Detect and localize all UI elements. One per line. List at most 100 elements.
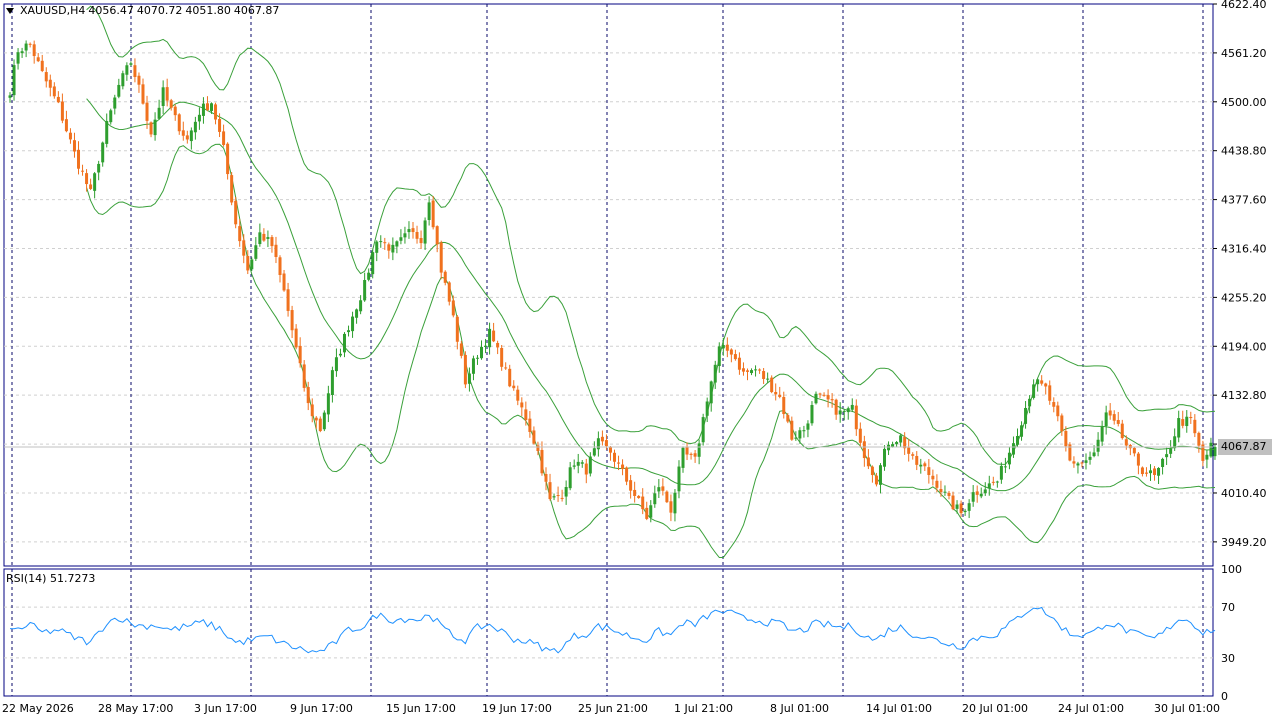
- candle-body: [653, 493, 657, 505]
- candle-body: [338, 353, 342, 356]
- candle-body: [274, 244, 278, 257]
- candle-body: [451, 300, 455, 316]
- candle-body: [326, 393, 330, 415]
- candle-body: [790, 420, 794, 440]
- candle-body: [133, 65, 137, 78]
- candle-body: [105, 121, 109, 144]
- candle-body: [290, 310, 294, 331]
- candle-body: [1209, 442, 1213, 457]
- candle-body: [649, 505, 653, 518]
- candle-body: [230, 175, 234, 203]
- candle-body: [40, 60, 44, 71]
- candle-body: [645, 507, 649, 519]
- candle-body: [725, 344, 729, 351]
- candle-body: [588, 456, 592, 474]
- candle-body: [44, 72, 48, 82]
- candle-body: [89, 184, 93, 189]
- candle-body: [991, 481, 995, 483]
- rsi-tick-label: 70: [1221, 601, 1235, 614]
- candle-body: [270, 237, 274, 247]
- candle-body: [878, 465, 882, 485]
- candle-body: [1072, 461, 1076, 464]
- candle-body: [548, 482, 552, 500]
- candle-body: [697, 443, 701, 457]
- time-tick-label: 22 May 2026: [2, 702, 74, 715]
- candle-body: [1076, 463, 1080, 466]
- candle-body: [608, 446, 612, 453]
- candle-body: [931, 475, 935, 480]
- candle-body: [165, 87, 169, 101]
- candle-body: [435, 226, 439, 245]
- candle-body: [1003, 466, 1007, 468]
- candle-body: [826, 395, 830, 400]
- candles-group: [8, 40, 1217, 523]
- candle-body: [814, 393, 818, 404]
- candle-body: [774, 391, 778, 395]
- candle-body: [762, 371, 766, 379]
- candle-body: [854, 405, 858, 430]
- candle-body: [1169, 448, 1173, 454]
- candle-body: [737, 357, 741, 370]
- candle-body: [822, 394, 826, 396]
- candle-body: [403, 233, 407, 238]
- candle-body: [729, 349, 733, 355]
- candle-body: [1028, 398, 1032, 407]
- candle-body: [717, 346, 721, 367]
- candle-body: [1185, 416, 1189, 427]
- candle-body: [1044, 383, 1048, 387]
- candle-body: [560, 497, 564, 499]
- candle-body: [576, 461, 580, 466]
- candle-body: [1036, 379, 1040, 385]
- candle-body: [28, 43, 32, 45]
- candle-body: [488, 328, 492, 348]
- candle-body: [1088, 456, 1092, 460]
- candle-body: [552, 496, 556, 498]
- candle-body: [459, 343, 463, 356]
- candle-body: [782, 396, 786, 415]
- candle-body: [1213, 447, 1217, 457]
- candle-body: [1132, 447, 1136, 454]
- candle-body: [423, 220, 427, 244]
- candle-body: [72, 140, 76, 152]
- candle-body: [262, 233, 266, 241]
- ohlc-low: 4051.80: [185, 4, 231, 17]
- candle-body: [532, 430, 536, 444]
- candle-body: [266, 237, 270, 239]
- candle-body: [415, 231, 419, 239]
- candle-body: [1011, 443, 1015, 455]
- chart-canvas: 4622.40 4561.20 4500.00 4438.80 4377.60 4316.…: [2, 0, 1267, 715]
- price-tick-label: 4010.40: [1221, 487, 1267, 500]
- candle-body: [685, 446, 689, 455]
- candle-body: [302, 364, 306, 388]
- price-tick-label: 3949.20: [1221, 536, 1267, 549]
- bollinger-upper-band: [86, 5, 1216, 465]
- candle-body: [862, 441, 866, 459]
- candle-body: [81, 170, 85, 172]
- candle-body: [193, 121, 197, 133]
- collapse-triangle-icon[interactable]: [6, 7, 14, 14]
- candle-body: [109, 110, 113, 123]
- candle-body: [979, 493, 983, 497]
- candle-body: [592, 448, 596, 456]
- candle-body: [745, 370, 749, 372]
- candle-body: [758, 369, 762, 371]
- time-tick-label: 19 Jun 17:00: [482, 702, 552, 715]
- candle-body: [754, 369, 758, 371]
- candle-body: [282, 273, 286, 291]
- candle-body: [1032, 384, 1036, 398]
- candle-body: [846, 408, 850, 413]
- time-tick-label: 3 Jun 17:00: [194, 702, 257, 715]
- candle-body: [564, 486, 568, 497]
- time-tick-label: 30 Jul 01:00: [1154, 702, 1220, 715]
- candle-body: [971, 492, 975, 502]
- candle-body: [544, 473, 548, 482]
- candle-body: [68, 132, 72, 140]
- candle-body: [294, 328, 298, 348]
- candle-body: [246, 256, 250, 271]
- candle-body: [1052, 402, 1056, 407]
- candle-body: [500, 348, 504, 367]
- candle-body: [923, 463, 927, 467]
- candle-body: [60, 101, 64, 121]
- candle-body: [935, 480, 939, 488]
- price-tick-label: 4132.80: [1221, 389, 1267, 402]
